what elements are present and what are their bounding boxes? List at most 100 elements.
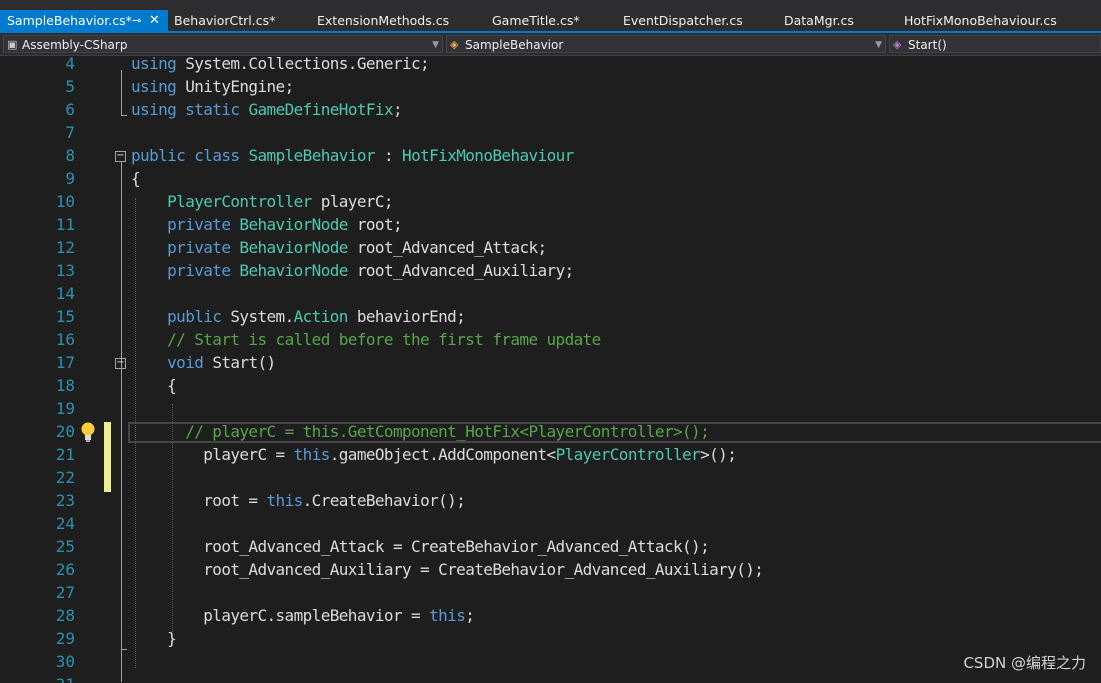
project-dropdown[interactable]: ▣ Assembly-CSharp ▼ xyxy=(3,35,443,53)
line-number: 23 xyxy=(55,491,75,510)
line-number: 26 xyxy=(55,560,75,579)
code-token: playerC.sampleBehavior = xyxy=(131,606,430,625)
code-token: { xyxy=(131,169,141,188)
code-line[interactable]: root_Advanced_Auxiliary = CreateBehavior… xyxy=(131,560,764,579)
tab-samplebehavior[interactable]: SampleBehavior.cs* ⊸ ✕ xyxy=(0,10,168,32)
line-number: 10 xyxy=(55,192,75,211)
code-token: PlayerController xyxy=(167,192,312,211)
pin-icon[interactable]: ⊸ xyxy=(132,10,141,32)
line-number: 5 xyxy=(65,77,75,96)
code-token: root; xyxy=(347,215,403,234)
code-line[interactable]: public class SampleBehavior : HotFixMono… xyxy=(131,146,574,165)
code-token: this xyxy=(429,606,466,625)
tab-gametitle[interactable]: GameTitle.cs* xyxy=(492,10,580,32)
line-number: 30 xyxy=(55,652,75,671)
project-label: Assembly-CSharp xyxy=(22,38,128,52)
code-line[interactable]: private BehaviorNode root_Advanced_Attac… xyxy=(131,238,547,257)
code-token: root_Advanced_Attack; xyxy=(347,238,547,257)
csharp-project-icon: ▣ xyxy=(7,38,18,51)
code-line[interactable]: using static GameDefineHotFix; xyxy=(131,100,403,119)
navigation-bar: ▣ Assembly-CSharp ▼ ◈ SampleBehavior ▼ ◈… xyxy=(0,33,1101,56)
close-icon[interactable]: ✕ xyxy=(149,10,160,32)
code-line[interactable]: using UnityEngine; xyxy=(131,77,294,96)
code-token: Action xyxy=(293,307,349,326)
code-token: private xyxy=(167,215,231,234)
line-number: 24 xyxy=(55,514,75,533)
tab-extensionmethods[interactable]: ExtensionMethods.cs xyxy=(317,10,449,32)
line-number: 8 xyxy=(65,146,75,165)
line-number: 11 xyxy=(55,215,75,234)
code-token: Start() xyxy=(203,353,276,372)
code-token: void xyxy=(167,353,204,372)
code-token: System.Collections.Generic; xyxy=(176,56,430,73)
method-icon: ◈ xyxy=(893,38,902,51)
code-token: playerC; xyxy=(311,192,394,211)
member-label: Start() xyxy=(908,38,947,52)
code-token: this xyxy=(266,491,304,510)
code-line[interactable]: root_Advanced_Attack = CreateBehavior_Ad… xyxy=(131,537,709,556)
line-number: 4 xyxy=(65,56,75,73)
chevron-down-icon: ▼ xyxy=(875,40,882,50)
tab-datamgr[interactable]: DataMgr.cs xyxy=(784,10,854,32)
code-line[interactable]: playerC = this.gameObject.AddComponent<P… xyxy=(131,445,737,464)
document-tab-bar: SampleBehavior.cs* ⊸ ✕ BehaviorCtrl.cs* … xyxy=(0,0,1101,33)
class-label: SampleBehavior xyxy=(465,38,564,52)
code-token: private xyxy=(167,238,231,257)
code-token: GameDefineHotFix xyxy=(248,100,393,119)
fold-line xyxy=(121,70,122,115)
code-token: this xyxy=(293,445,331,464)
code-token: behaviorEnd; xyxy=(347,307,466,326)
code-line[interactable]: // Start is called before the first fram… xyxy=(131,330,601,349)
line-number: 17 xyxy=(55,353,75,372)
line-number: 25 xyxy=(55,537,75,556)
code-line[interactable]: } xyxy=(131,629,177,648)
code-line[interactable]: private BehaviorNode root; xyxy=(131,215,402,234)
code-line[interactable]: using System.Collections.Generic; xyxy=(131,56,430,73)
code-line[interactable]: { xyxy=(131,376,177,395)
code-line[interactable]: void Start() xyxy=(131,353,276,372)
line-number: 15 xyxy=(55,307,75,326)
tab-label: BehaviorCtrl.cs* xyxy=(174,13,276,28)
tab-label: HotFixMonoBehaviour.cs xyxy=(904,13,1057,28)
tab-hotfixmonobehaviour[interactable]: HotFixMonoBehaviour.cs xyxy=(904,10,1057,32)
code-token: SampleBehavior xyxy=(248,146,375,165)
code-line[interactable]: public System.Action behaviorEnd; xyxy=(131,307,466,326)
code-token: public xyxy=(131,146,186,165)
line-number: 18 xyxy=(55,376,75,395)
code-token: .gameObject.AddComponent< xyxy=(329,445,556,464)
tab-behaviorctrl[interactable]: BehaviorCtrl.cs* xyxy=(174,10,275,32)
fold-toggle-icon[interactable]: − xyxy=(115,358,126,369)
code-line[interactable]: PlayerController playerC; xyxy=(131,192,393,211)
line-number: 6 xyxy=(65,100,75,119)
member-dropdown[interactable]: ◈ Start() xyxy=(889,35,1101,53)
code-editor[interactable]: − − 4 using System.Collections.Generic; 5 u… xyxy=(0,56,1101,683)
lightbulb-icon[interactable] xyxy=(79,421,97,443)
code-line[interactable]: { xyxy=(131,169,141,188)
tab-label: DataMgr.cs xyxy=(784,13,854,28)
line-number: 21 xyxy=(55,445,75,464)
code-token: playerC = xyxy=(131,445,294,464)
code-token: BehaviorNode xyxy=(239,261,348,280)
line-number: 31 xyxy=(0,675,75,683)
code-line[interactable]: playerC.sampleBehavior = this; xyxy=(131,606,475,625)
code-line[interactable]: private BehaviorNode root_Advanced_Auxil… xyxy=(131,261,574,280)
code-token: root_Advanced_Auxiliary = CreateBehavior… xyxy=(131,560,764,579)
code-token: BehaviorNode xyxy=(239,238,348,257)
line-number: 9 xyxy=(65,169,75,188)
code-token: root_Advanced_Auxiliary; xyxy=(347,261,574,280)
tab-label: ExtensionMethods.cs xyxy=(317,13,450,28)
code-line[interactable]: root = this.CreateBehavior(); xyxy=(131,491,466,510)
tab-eventdispatcher[interactable]: EventDispatcher.cs xyxy=(623,10,743,32)
fold-toggle-icon[interactable]: − xyxy=(115,151,126,162)
code-line[interactable]: // playerC = this.GetComponent_HotFix<Pl… xyxy=(131,422,710,441)
code-token: root_Advanced_Attack = CreateBehavior_Ad… xyxy=(131,537,710,556)
class-dropdown[interactable]: ◈ SampleBehavior ▼ xyxy=(446,35,886,53)
line-number: 14 xyxy=(55,284,75,303)
code-token: root = xyxy=(131,491,267,510)
code-token: System. xyxy=(221,307,294,326)
